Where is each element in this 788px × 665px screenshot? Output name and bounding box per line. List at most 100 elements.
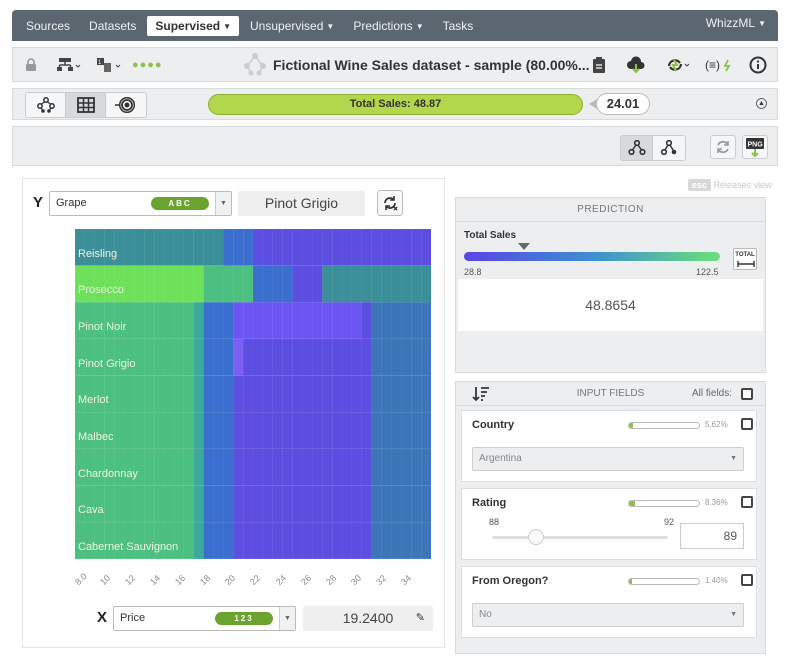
all-fields-checkbox[interactable] <box>741 388 753 400</box>
heatmap-cell[interactable] <box>282 338 294 377</box>
heatmap-cell[interactable] <box>153 485 165 523</box>
heatmap-cell[interactable] <box>183 448 195 487</box>
heatmap-cell[interactable] <box>153 229 165 267</box>
user-menu[interactable]: WhizzML ▼ <box>706 16 766 30</box>
heatmap-cell[interactable] <box>143 338 155 377</box>
heatmap-cell[interactable] <box>391 448 402 487</box>
heatmap-cell[interactable] <box>282 229 294 267</box>
heatmap-cell[interactable] <box>232 448 244 487</box>
heatmap-cell[interactable] <box>223 448 234 487</box>
heatmap-cell[interactable] <box>312 522 323 559</box>
heatmap-cell[interactable] <box>104 485 116 523</box>
heatmap-cell[interactable] <box>272 338 284 377</box>
heatmap-cell[interactable] <box>302 302 313 340</box>
heatmap-cell[interactable] <box>381 485 392 523</box>
heatmap-cell[interactable] <box>420 338 431 377</box>
heatmap-cell[interactable] <box>272 412 284 450</box>
heatmap-cell[interactable] <box>213 302 224 340</box>
heatmap-cell[interactable] <box>213 229 224 267</box>
heatmap-cell[interactable] <box>232 302 244 340</box>
heatmap-cell[interactable] <box>341 448 353 487</box>
heatmap-cell[interactable] <box>401 338 412 377</box>
heatmap-cell[interactable] <box>321 522 333 559</box>
heatmap-cell[interactable] <box>242 412 254 450</box>
heatmap-cell[interactable] <box>391 265 402 303</box>
heatmap-cell[interactable] <box>391 302 402 340</box>
heatmap-cell[interactable] <box>232 522 244 559</box>
heatmap-cell[interactable] <box>361 302 373 340</box>
heatmap-cell[interactable] <box>401 412 412 450</box>
heatmap-cell[interactable] <box>252 302 264 340</box>
heatmap-cell[interactable] <box>203 412 214 450</box>
heatmap-cell[interactable] <box>312 302 323 340</box>
clipboard-icon[interactable] <box>586 54 612 76</box>
total-toggle-button[interactable]: TOTAL <box>733 248 757 270</box>
heatmap-cell[interactable] <box>351 412 363 450</box>
heatmap-cell[interactable] <box>341 412 353 450</box>
country-checkbox[interactable] <box>741 418 753 430</box>
heatmap-cell[interactable] <box>153 338 165 377</box>
heatmap-cell[interactable] <box>262 265 274 303</box>
heatmap-cell[interactable] <box>223 229 234 267</box>
heatmap-cell[interactable] <box>173 265 185 303</box>
heatmap-cell[interactable] <box>242 448 254 487</box>
heatmap-cell[interactable] <box>410 229 422 267</box>
heatmap-cell[interactable] <box>153 302 165 340</box>
heatmap-cell[interactable] <box>302 229 313 267</box>
heatmap-cell[interactable] <box>321 338 333 377</box>
heatmap-cell[interactable] <box>391 412 402 450</box>
heatmap-cell[interactable] <box>361 229 373 267</box>
download-cloud-icon[interactable] <box>623 54 649 76</box>
collapse-icon[interactable]: ▲ <box>756 98 767 109</box>
heatmap-cell[interactable] <box>232 485 244 523</box>
nav-supervised[interactable]: Supervised ▼ <box>147 15 240 36</box>
heatmap-cell[interactable] <box>302 448 313 487</box>
heatmap-cell[interactable] <box>143 485 155 523</box>
heatmap-cell[interactable] <box>331 375 343 413</box>
heatmap-cell[interactable] <box>153 412 165 450</box>
heatmap-cell[interactable] <box>173 338 185 377</box>
heatmap-cell[interactable] <box>193 522 205 559</box>
heatmap-cell[interactable] <box>193 448 205 487</box>
heatmap-cell[interactable] <box>143 448 155 487</box>
show-nodes-button[interactable] <box>621 136 653 160</box>
heatmap-cell[interactable] <box>371 448 383 487</box>
heatmap-cell[interactable] <box>351 485 363 523</box>
heatmap-cell[interactable] <box>341 265 353 303</box>
heatmap-cell[interactable] <box>134 302 145 340</box>
heatmap-cell[interactable] <box>282 302 294 340</box>
heatmap-cell[interactable] <box>371 338 383 377</box>
rating-slider[interactable] <box>492 536 668 539</box>
heatmap-cell[interactable] <box>282 448 294 487</box>
rating-input[interactable]: 89 <box>680 523 744 549</box>
heatmap-cell[interactable] <box>252 265 264 303</box>
heatmap-cell[interactable] <box>193 412 205 450</box>
heatmap-cell[interactable] <box>134 265 145 303</box>
heatmap-cell[interactable] <box>361 485 373 523</box>
prediction-heatmap[interactable] <box>75 229 431 559</box>
heatmap-cell[interactable] <box>282 485 294 523</box>
heatmap-cell[interactable] <box>292 375 303 413</box>
heatmap-cell[interactable] <box>203 522 214 559</box>
heatmap-cell[interactable] <box>410 412 422 450</box>
heatmap-cell[interactable] <box>242 338 254 377</box>
heatmap-cell[interactable] <box>410 265 422 303</box>
heatmap-cell[interactable] <box>124 375 135 413</box>
info-icon[interactable] <box>745 54 771 76</box>
heatmap-cell[interactable] <box>302 265 313 303</box>
heatmap-cell[interactable] <box>163 412 175 450</box>
heatmap-cell[interactable] <box>331 338 343 377</box>
heatmap-cell[interactable] <box>163 265 175 303</box>
slider-handle[interactable] <box>528 529 544 545</box>
heatmap-cell[interactable] <box>321 375 333 413</box>
heatmap-cell[interactable] <box>262 485 274 523</box>
model-tree-icon[interactable] <box>52 54 86 76</box>
heatmap-cell[interactable] <box>272 485 284 523</box>
heatmap-cell[interactable] <box>193 265 205 303</box>
heatmap-cell[interactable] <box>282 375 294 413</box>
heatmap-cell[interactable] <box>410 338 422 377</box>
heatmap-cell[interactable] <box>262 229 274 267</box>
heatmap-cell[interactable] <box>391 229 402 267</box>
heatmap-cell[interactable] <box>302 412 313 450</box>
heatmap-cell[interactable] <box>361 338 373 377</box>
